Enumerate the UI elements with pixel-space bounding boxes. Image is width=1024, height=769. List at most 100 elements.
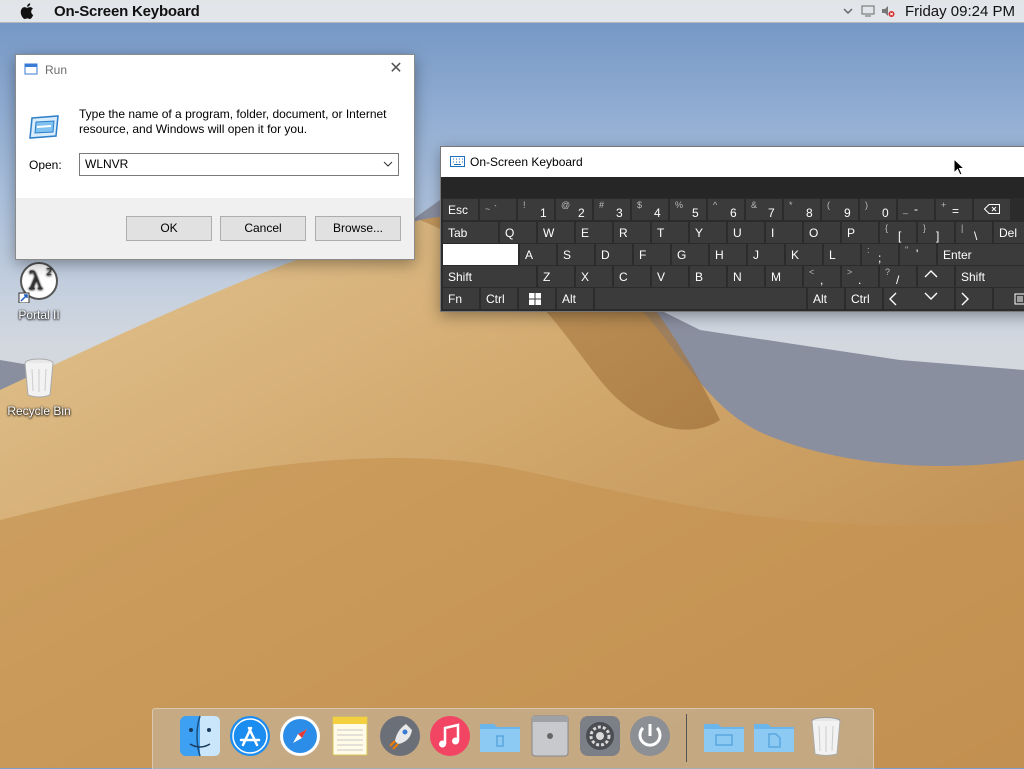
osk-titlebar[interactable]: On-Screen Keyboard xyxy=(441,147,1024,177)
key-d[interactable]: D xyxy=(596,244,632,265)
key-3[interactable]: #3 xyxy=(594,199,630,220)
key-backslash[interactable]: | \ xyxy=(956,222,992,243)
key-o[interactable]: O xyxy=(804,222,840,243)
key-equals[interactable]: + = xyxy=(936,199,972,220)
launchpad-icon[interactable] xyxy=(378,714,422,758)
key-shift-right[interactable]: Shift xyxy=(956,266,1024,287)
key-arrow-right[interactable] xyxy=(956,288,992,309)
key-t[interactable]: T xyxy=(652,222,688,243)
key-b[interactable]: B xyxy=(690,266,726,287)
key-caps-lock[interactable] xyxy=(443,244,518,265)
key-p[interactable]: P xyxy=(842,222,878,243)
key-4[interactable]: $4 xyxy=(632,199,668,220)
mac-pro-icon[interactable] xyxy=(528,714,572,758)
key-u[interactable]: U xyxy=(728,222,764,243)
key-arrow-down[interactable] xyxy=(918,288,954,309)
key-tab[interactable]: Tab xyxy=(443,222,498,243)
key-left-bracket[interactable]: {[ xyxy=(880,222,916,243)
open-input-value[interactable]: WLNVR xyxy=(85,157,128,171)
key-shift-left[interactable]: Shift xyxy=(443,266,536,287)
key-g[interactable]: G xyxy=(672,244,708,265)
chevron-down-icon[interactable] xyxy=(841,4,855,18)
key-q[interactable]: Q xyxy=(500,222,536,243)
key-space[interactable] xyxy=(595,288,806,309)
key-h[interactable]: H xyxy=(710,244,746,265)
key-quote[interactable]: " ' xyxy=(900,244,936,265)
safari-icon[interactable] xyxy=(278,714,322,758)
active-app-name[interactable]: On-Screen Keyboard xyxy=(54,3,200,20)
cancel-button[interactable]: Cancel xyxy=(220,216,306,241)
run-dialog: Run ✕ Type the name of a program, folder… xyxy=(15,54,415,260)
notification-icon[interactable] xyxy=(861,4,875,18)
finder-icon[interactable] xyxy=(178,714,222,758)
run-dialog-body: Type the name of a program, folder, docu… xyxy=(16,84,414,198)
key-a[interactable]: A xyxy=(520,244,556,265)
documents-folder-icon[interactable] xyxy=(752,714,796,758)
key-right-bracket[interactable]: }] xyxy=(918,222,954,243)
backspace-icon xyxy=(984,204,1000,214)
key-period[interactable]: >. xyxy=(842,266,878,287)
key-s[interactable]: S xyxy=(558,244,594,265)
key-slash[interactable]: ? / xyxy=(880,266,916,287)
key-minus[interactable]: _ - xyxy=(898,199,934,220)
browse-button[interactable]: Browse... xyxy=(315,216,401,241)
key-arrow-up[interactable] xyxy=(918,266,954,287)
key-j[interactable]: J xyxy=(748,244,784,265)
key-menu[interactable] xyxy=(994,288,1024,309)
key-ctrl-right[interactable]: Ctrl xyxy=(846,288,882,309)
power-icon[interactable] xyxy=(628,714,672,758)
key-enter[interactable]: Enter xyxy=(938,244,1024,265)
key-delete[interactable]: Del xyxy=(994,222,1024,243)
key-c[interactable]: C xyxy=(614,266,650,287)
key-l[interactable]: L xyxy=(824,244,860,265)
key-z[interactable]: Z xyxy=(538,266,574,287)
key-backspace[interactable] xyxy=(974,199,1010,220)
key-arrow-left[interactable] xyxy=(884,288,920,309)
key-e[interactable]: E xyxy=(576,222,612,243)
open-input[interactable]: WLNVR xyxy=(79,153,399,176)
key-0[interactable]: ) 0 xyxy=(860,199,896,220)
key-v[interactable]: V xyxy=(652,266,688,287)
key-i[interactable]: I xyxy=(766,222,802,243)
key-r[interactable]: R xyxy=(614,222,650,243)
itunes-icon[interactable] xyxy=(428,714,472,758)
key-8[interactable]: * 8 xyxy=(784,199,820,220)
key-2[interactable]: @2 xyxy=(556,199,592,220)
key-1[interactable]: ! 1 xyxy=(518,199,554,220)
system-preferences-icon[interactable] xyxy=(578,714,622,758)
key-ctrl-left[interactable]: Ctrl xyxy=(481,288,517,309)
key-windows[interactable] xyxy=(519,288,555,309)
key-n[interactable]: N xyxy=(728,266,764,287)
volume-muted-icon[interactable] xyxy=(881,4,895,18)
app-store-icon[interactable] xyxy=(228,714,272,758)
key-5[interactable]: % 5 xyxy=(670,199,706,220)
key-k[interactable]: K xyxy=(786,244,822,265)
desktop-icon-recycle-bin[interactable]: Recycle Bin xyxy=(7,355,71,418)
key-w[interactable]: W xyxy=(538,222,574,243)
key-backtick[interactable]: ~ ` xyxy=(480,199,516,220)
key-7[interactable]: & 7 xyxy=(746,199,782,220)
key-6[interactable]: ^ 6 xyxy=(708,199,744,220)
key-m[interactable]: M xyxy=(766,266,802,287)
key-f[interactable]: F xyxy=(634,244,670,265)
notes-icon[interactable] xyxy=(328,714,372,758)
key-x[interactable]: X xyxy=(576,266,612,287)
close-icon[interactable]: ✕ xyxy=(386,59,406,79)
clock[interactable]: Friday 09:24 PM xyxy=(905,3,1015,20)
ok-button[interactable]: OK xyxy=(126,216,212,241)
desktop-icon-portal[interactable]: λ 2 Portal II xyxy=(7,259,71,322)
key-esc[interactable]: Esc xyxy=(443,199,478,220)
folder-icon[interactable] xyxy=(478,714,522,758)
apple-icon[interactable] xyxy=(20,2,36,20)
trash-icon[interactable] xyxy=(804,714,848,758)
key-9[interactable]: (9 xyxy=(822,199,858,220)
key-semicolon[interactable]: :; xyxy=(862,244,898,265)
key-alt-left[interactable]: Alt xyxy=(557,288,593,309)
run-dialog-titlebar[interactable]: Run ✕ xyxy=(16,55,414,84)
key-y[interactable]: Y xyxy=(690,222,726,243)
key-comma[interactable]: <, xyxy=(804,266,840,287)
key-fn[interactable]: Fn xyxy=(443,288,479,309)
folder-icon[interactable] xyxy=(702,714,746,758)
key-alt-right[interactable]: Alt xyxy=(808,288,844,309)
chevron-down-icon[interactable] xyxy=(382,158,394,170)
